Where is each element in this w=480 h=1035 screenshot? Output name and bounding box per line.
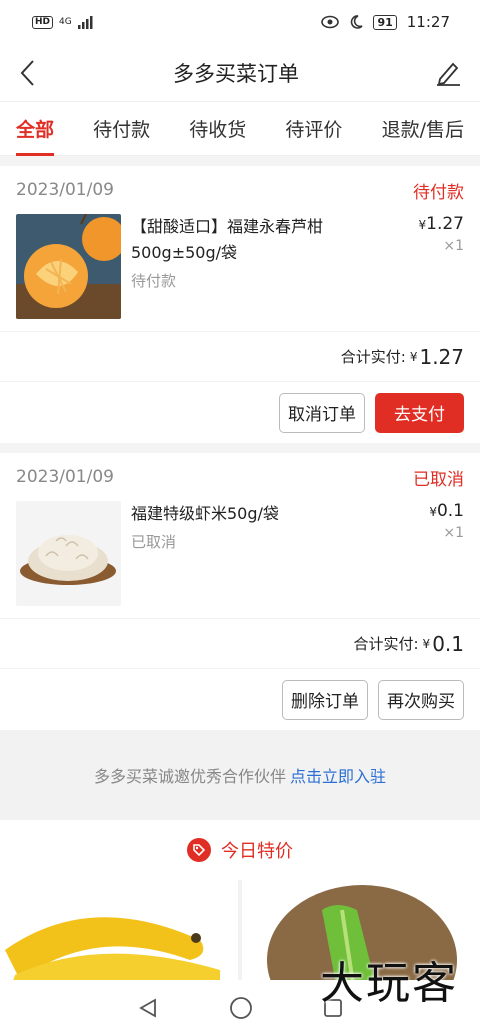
pay-button[interactable]: 去支付 [375, 392, 464, 433]
order-actions: 删除订单 再次购买 [0, 668, 480, 730]
product-name[interactable]: 【甜酸适口】福建永春芦柑500g±50g/袋 [131, 214, 464, 266]
item-quantity: ×1 [443, 238, 464, 254]
item-status: 待付款 [131, 272, 177, 290]
partner-text: 多多买菜诚邀优秀合作伙伴 [93, 767, 286, 786]
back-icon[interactable] [18, 58, 38, 88]
tab-pending-payment[interactable]: 待付款 [93, 102, 150, 156]
home-circle-icon[interactable] [229, 996, 253, 1020]
order-total: 合计实付: ¥ 1.27 [0, 331, 480, 381]
moon-icon [351, 15, 364, 29]
divider [0, 443, 480, 453]
order-total-amount: 0.1 [432, 631, 464, 656]
order-tabs: 全部 待付款 待收货 待评价 退款/售后 [0, 102, 480, 156]
deal-card-banana[interactable] [0, 880, 238, 990]
tab-pending-review[interactable]: 待评价 [285, 102, 342, 156]
order-status: 已取消 [413, 469, 464, 490]
partner-link[interactable]: 点击立即入驻 [290, 763, 386, 787]
product-image-orange[interactable] [16, 214, 121, 319]
buy-again-button[interactable]: 再次购买 [378, 679, 464, 720]
item-status: 已取消 [131, 533, 177, 551]
back-triangle-icon[interactable] [137, 997, 159, 1019]
order-date: 2023/01/09 [16, 180, 114, 200]
eye-icon [321, 15, 340, 29]
today-deals-header: 今日特价 [0, 820, 480, 880]
order-item[interactable]: 福建特级虾米50g/袋 已取消 ¥0.1 ×1 [0, 501, 480, 618]
item-price: ¥1.27 [418, 214, 465, 234]
order-date: 2023/01/09 [16, 467, 114, 487]
item-price: ¥0.1 [429, 501, 464, 521]
page-title: 多多买菜订单 [173, 61, 299, 86]
edit-icon[interactable] [434, 59, 462, 87]
order-item[interactable]: 【甜酸适口】福建永春芦柑500g±50g/袋 待付款 ¥1.27 ×1 [0, 214, 480, 331]
product-name[interactable]: 福建特级虾米50g/袋 [131, 501, 464, 527]
status-bar: HD 4G 91 11:27 [0, 0, 480, 44]
order-total: 合计实付: ¥ 0.1 [0, 618, 480, 668]
order-actions: 取消订单 去支付 [0, 381, 480, 443]
battery-icon: 91 [373, 14, 397, 30]
today-deals-label: 今日特价 [221, 841, 293, 862]
order-card: 2023/01/09 已取消 福建特级虾米50g/袋 已取消 ¥0.1 ×1 合… [0, 453, 480, 730]
tab-pending-receipt[interactable]: 待收货 [189, 102, 246, 156]
order-total-amount: 1.27 [419, 344, 464, 369]
tab-all[interactable]: 全部 [16, 102, 55, 156]
cancel-order-button[interactable]: 取消订单 [279, 392, 365, 433]
clock: 11:27 [406, 13, 450, 31]
partner-banner: 多多买菜诚邀优秀合作伙伴 点击立即入驻 [0, 730, 480, 820]
signal-icon [77, 15, 93, 29]
hd-icon: HD [32, 15, 54, 29]
nav-bar: 多多买菜订单 [0, 44, 480, 102]
product-image-shrimp[interactable] [16, 501, 121, 606]
divider [0, 156, 480, 166]
tag-icon [187, 838, 211, 862]
item-quantity: ×1 [443, 525, 464, 541]
signal-label: 4G [59, 17, 72, 27]
watermark: 大玩客 [320, 958, 458, 1009]
delete-order-button[interactable]: 删除订单 [282, 679, 368, 720]
tab-refund[interactable]: 退款/售后 [382, 102, 464, 156]
order-status: 待付款 [413, 182, 464, 203]
order-card: 2023/01/09 待付款 【甜酸适口】福建永春芦柑500g±50g/袋 待付… [0, 166, 480, 443]
